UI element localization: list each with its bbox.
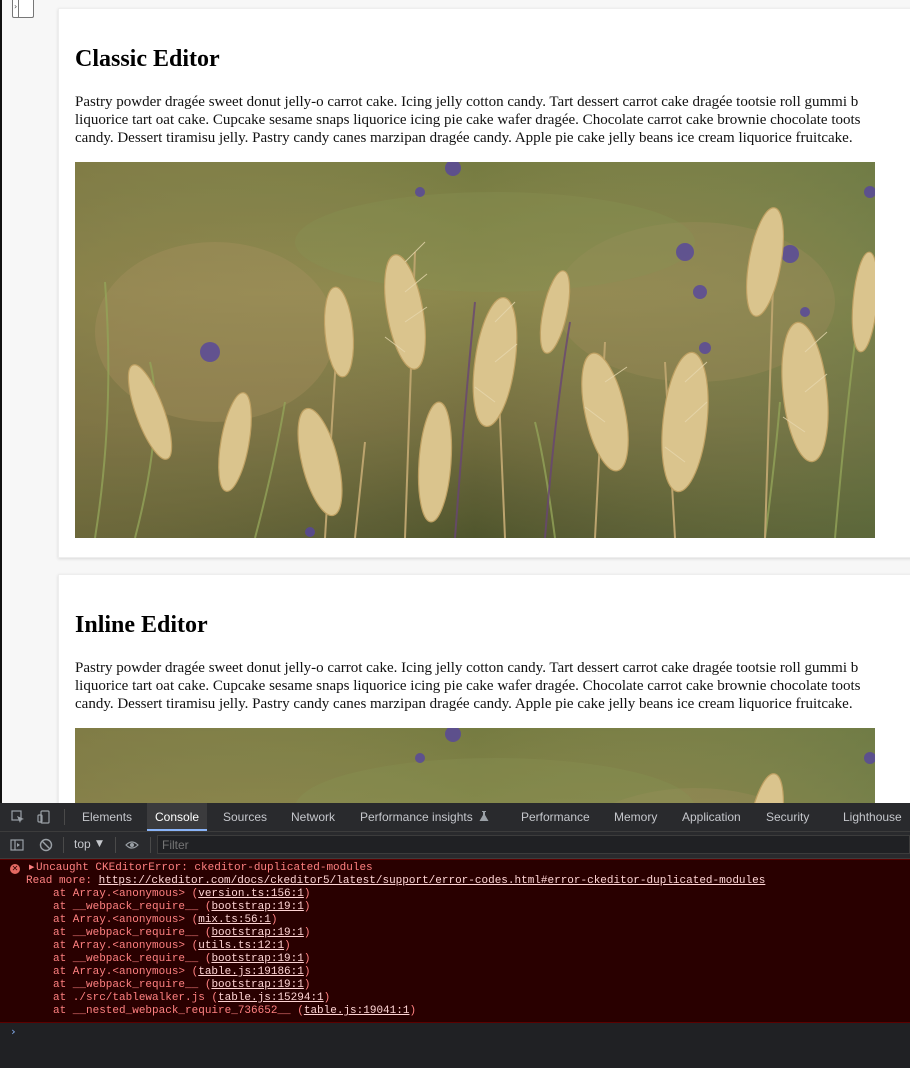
stack-frame-text: at __webpack_require__ ( — [53, 927, 212, 939]
editor-card-classic[interactable]: Classic Editor Pastry powder dragée swee… — [58, 8, 910, 558]
tab-elements[interactable]: Elements — [82, 803, 132, 831]
console-filter-input[interactable] — [157, 835, 910, 854]
stack-frame-suffix: ) — [303, 888, 311, 900]
source-link[interactable]: mix.ts:56:1 — [198, 914, 271, 926]
editor-paragraph-line[interactable]: Pastry powder dragée sweet donut jelly-o… — [75, 93, 910, 111]
stack-frame: at Array.<anonymous> (utils.ts:12:1) — [53, 940, 291, 953]
source-link[interactable]: bootstrap:19:1 — [211, 953, 303, 965]
tab-application[interactable]: Application — [682, 803, 741, 831]
stack-frame-suffix: ) — [284, 940, 291, 952]
source-link[interactable]: bootstrap:19:1 — [211, 901, 303, 913]
read-more-label: Read more: — [26, 875, 93, 887]
tab-security[interactable]: Security — [766, 803, 809, 831]
source-link[interactable]: utils.ts:12:1 — [198, 940, 284, 952]
tab-label: Performance insights — [360, 810, 473, 824]
stack-frame: at __webpack_require__ (bootstrap:19:1) — [53, 927, 310, 940]
devtools-tab-bar: Elements Console Sources Network Perform… — [0, 803, 910, 832]
source-link[interactable]: bootstrap:19:1 — [211, 927, 303, 939]
stack-frame: at Array.<anonymous> (mix.ts:56:1) — [53, 914, 277, 927]
stack-frame-suffix: ) — [303, 979, 311, 991]
editor-paragraph-line[interactable]: liquorice tart oat cake. Cupcake sesame … — [75, 677, 910, 695]
eye-icon[interactable] — [125, 838, 139, 852]
read-more-line: Read more: https://ckeditor.com/docs/cke… — [26, 875, 765, 887]
chevron-right-icon: › — [14, 2, 18, 11]
stack-frame: at ./src/tablewalker.js (table.js:15294:… — [53, 992, 330, 1005]
source-link[interactable]: table.js:19041:1 — [304, 1005, 410, 1017]
editor-title: Inline Editor — [75, 612, 208, 638]
clear-console-icon[interactable] — [39, 838, 53, 852]
error-icon: ✕ — [10, 864, 20, 874]
source-link[interactable]: version.ts:156:1 — [198, 888, 304, 900]
context-selector[interactable]: top — [74, 837, 91, 851]
source-link[interactable]: table.js:19186:1 — [198, 966, 304, 978]
stack-frame-suffix: ) — [323, 992, 331, 1004]
tab-performance[interactable]: Performance — [521, 803, 590, 831]
editor-paragraph-line[interactable]: liquorice tart oat cake. Cupcake sesame … — [75, 111, 910, 129]
wheat-field-image[interactable] — [75, 162, 875, 538]
tab-lighthouse[interactable]: Lighthouse — [843, 803, 902, 831]
stack-frame-text: at __webpack_require__ ( — [53, 979, 212, 991]
stack-frame-suffix: ) — [303, 927, 311, 939]
tab-memory[interactable]: Memory — [614, 803, 657, 831]
stack-frame-text: at Array.<anonymous> ( — [53, 940, 199, 952]
stack-frame: at __nested_webpack_require_736652__ (ta… — [53, 1005, 416, 1018]
tab-network[interactable]: Network — [291, 803, 335, 831]
error-title: Uncaught CKEditorError: ckeditor-duplica… — [36, 862, 373, 874]
source-link[interactable]: bootstrap:19:1 — [211, 979, 303, 991]
console-prompt[interactable]: › — [10, 1025, 17, 1038]
stack-frame-text: at Array.<anonymous> ( — [53, 914, 199, 926]
stack-frame: at __webpack_require__ (bootstrap:19:1) — [53, 979, 310, 992]
sidebar-divider — [18, 0, 19, 17]
stack-frame-text: at __webpack_require__ ( — [53, 901, 212, 913]
error-docs-link[interactable]: https://ckeditor.com/docs/ckeditor5/late… — [99, 875, 766, 887]
expand-arrow-icon[interactable]: ▶ — [29, 863, 34, 871]
stack-frame: at __webpack_require__ (bootstrap:19:1) — [53, 901, 310, 914]
stack-frame-suffix: ) — [270, 914, 278, 926]
experiment-flask-icon — [479, 811, 489, 821]
console-error-message: ✕ ▶ Uncaught CKEditorError: ckeditor-dup… — [0, 859, 910, 1023]
stack-frame-text: at Array.<anonymous> ( — [53, 888, 199, 900]
editor-card-inline[interactable]: Inline Editor Pastry powder dragée sweet… — [58, 574, 910, 803]
sidebar-toggle-icon[interactable]: › — [12, 0, 34, 18]
stack-frame: at Array.<anonymous> (table.js:19186:1) — [53, 966, 310, 979]
console-toolbar: top ▼ — [0, 832, 910, 859]
editor-title: Classic Editor — [75, 46, 220, 72]
editor-paragraph-line[interactable]: candy. Dessert tiramisu jelly. Pastry ca… — [75, 129, 910, 147]
editor-paragraph-line[interactable]: candy. Dessert tiramisu jelly. Pastry ca… — [75, 695, 910, 713]
device-toolbar-icon[interactable] — [37, 810, 51, 824]
source-link[interactable]: table.js:15294:1 — [218, 992, 324, 1004]
toolbar-divider — [150, 837, 151, 853]
preview-page: › Classic Editor Pastry powder dragée sw… — [0, 0, 910, 803]
stack-frame-text: at ./src/tablewalker.js ( — [53, 992, 219, 1004]
wheat-field-image[interactable] — [75, 728, 875, 803]
devtools-panel: Elements Console Sources Network Perform… — [0, 803, 910, 1068]
inspect-element-icon[interactable] — [11, 810, 25, 824]
stack-frame-suffix: ) — [409, 1005, 417, 1017]
caret-down-icon: ▼ — [96, 839, 103, 849]
tab-performance-insights[interactable]: Performance insights — [360, 803, 489, 831]
stack-frame-text: at Array.<anonymous> ( — [53, 966, 199, 978]
tab-console[interactable]: Console — [147, 803, 208, 831]
left-rail — [0, 0, 2, 803]
toolbar-divider — [115, 837, 116, 853]
stack-frame-suffix: ) — [303, 966, 311, 978]
stack-frame-text: at __nested_webpack_require_736652__ ( — [53, 1005, 304, 1017]
stack-frame: at __webpack_require__ (bootstrap:19:1) — [53, 953, 310, 966]
stack-frame-suffix: ) — [303, 953, 311, 965]
show-sidebar-icon[interactable] — [10, 838, 24, 852]
stack-frame-text: at __webpack_require__ ( — [53, 953, 212, 965]
toolbar-divider — [64, 809, 65, 825]
toolbar-divider — [63, 837, 64, 853]
stack-frame-suffix: ) — [303, 901, 311, 913]
tab-sources[interactable]: Sources — [223, 803, 267, 831]
editor-paragraph-line[interactable]: Pastry powder dragée sweet donut jelly-o… — [75, 659, 910, 677]
stack-frame: at Array.<anonymous> (version.ts:156:1) — [53, 888, 310, 901]
